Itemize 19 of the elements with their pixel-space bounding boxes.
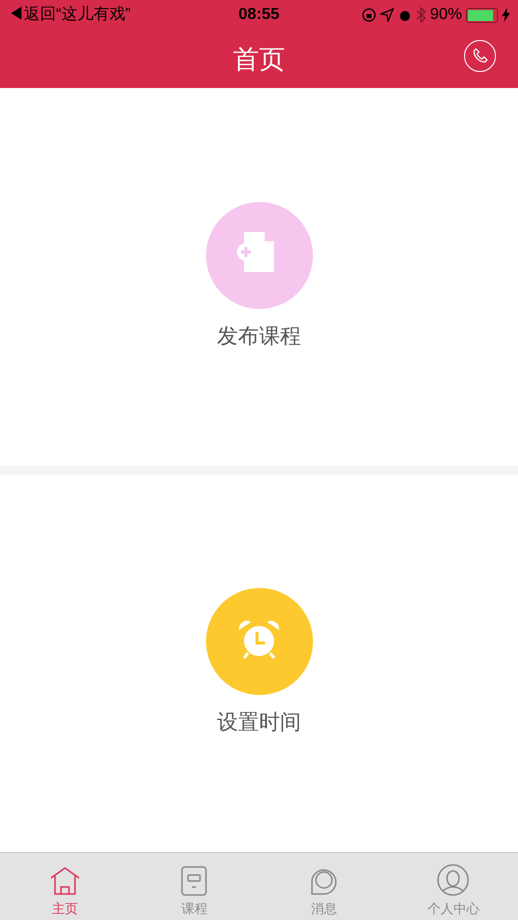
phone-button[interactable]: [464, 40, 496, 72]
orientation-lock-icon: [362, 8, 376, 22]
phone-icon: [472, 48, 488, 64]
tab[interactable]: 个人中心: [388, 853, 518, 920]
tab[interactable]: 消息: [259, 853, 388, 920]
status-time: 08:55: [238, 5, 280, 25]
location-arrow-icon: [380, 8, 394, 22]
person-icon: [436, 862, 470, 896]
document-plus-icon: [236, 230, 276, 274]
charging-bolt-icon: [502, 8, 510, 22]
back-link[interactable]: ◀返回“这儿有戏”: [8, 3, 198, 27]
battery-icon: [466, 8, 498, 22]
tab[interactable]: 主页: [0, 853, 130, 920]
battery-percent: 90%: [430, 5, 462, 25]
page-title: 首页: [233, 42, 285, 76]
bluetooth-icon: [416, 7, 426, 23]
action-label: 设置时间: [217, 710, 301, 736]
tab[interactable]: 课程: [130, 853, 259, 920]
action-label: 发布课程: [217, 324, 301, 350]
